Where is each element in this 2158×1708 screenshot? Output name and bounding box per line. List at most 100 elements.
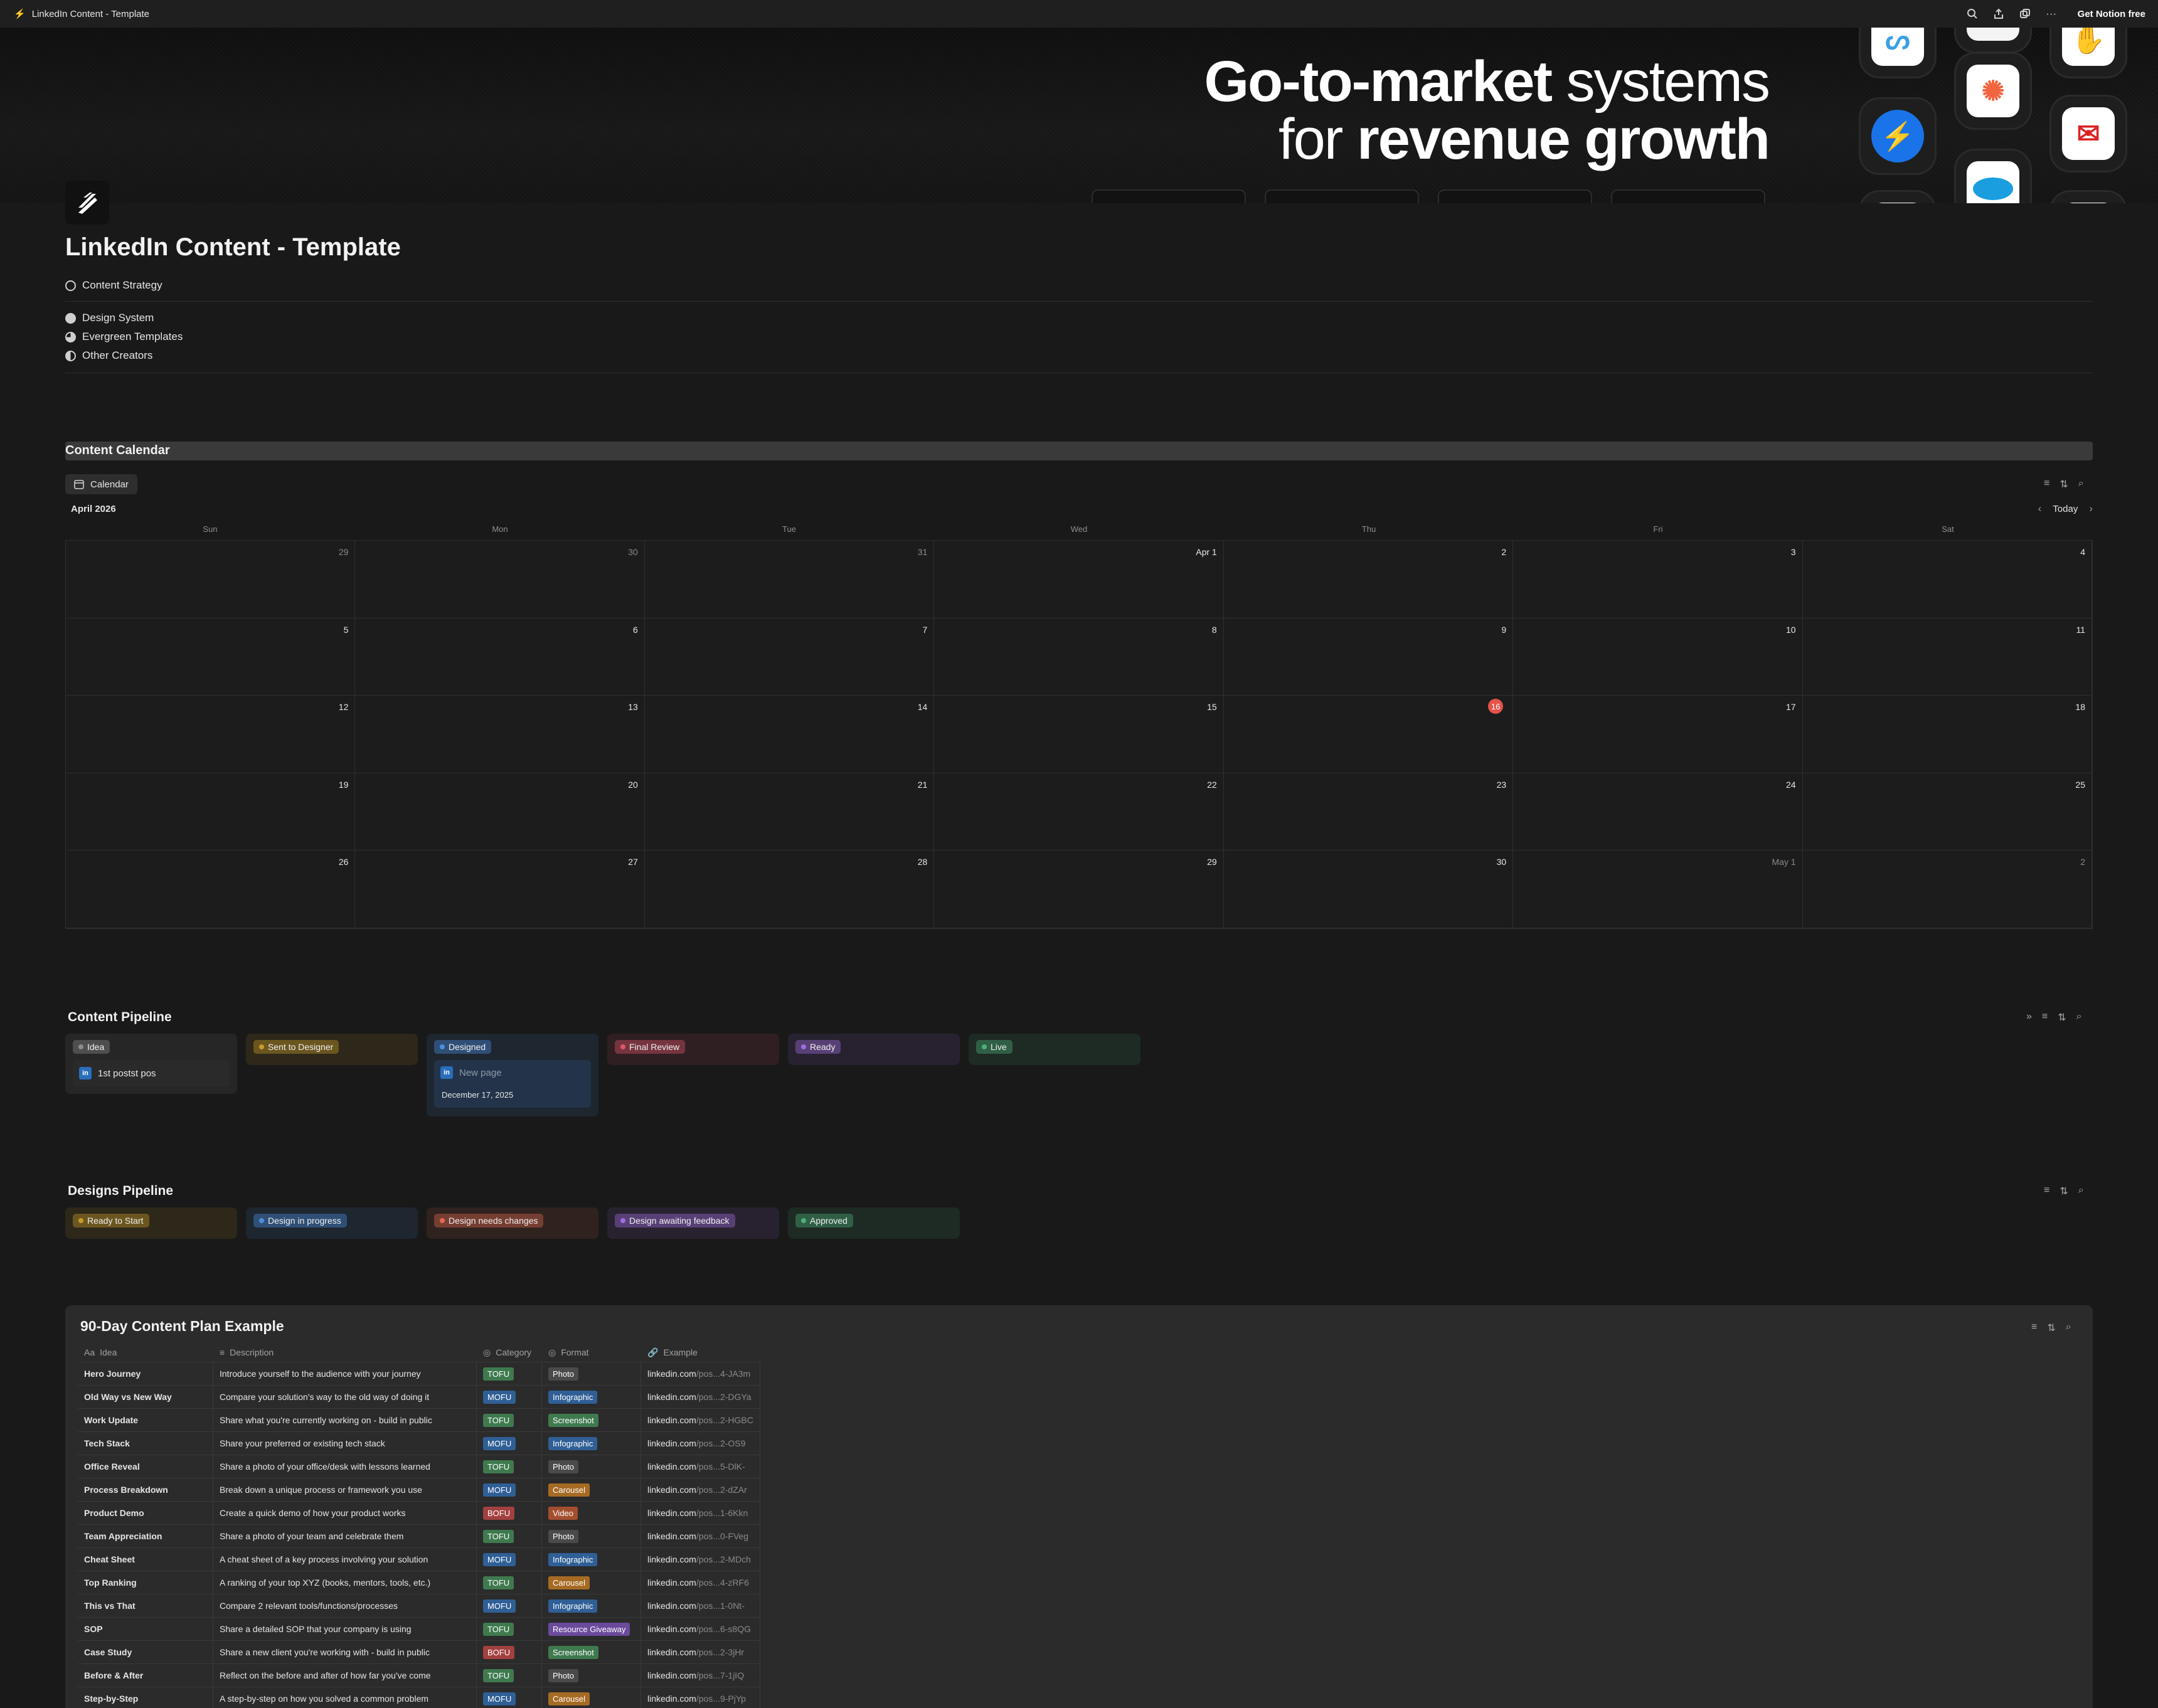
- link-content-strategy[interactable]: Content Strategy: [65, 276, 162, 295]
- table-row[interactable]: Product Demo Create a quick demo of how y…: [78, 1501, 760, 1524]
- calendar-day-cell[interactable]: 19: [66, 773, 356, 851]
- header-example[interactable]: 🔗 Example: [641, 1343, 760, 1362]
- search-icon[interactable]: ⌕: [2078, 1185, 2084, 1197]
- cell-category[interactable]: TOFU: [477, 1571, 542, 1594]
- calendar-day-cell[interactable]: 3: [1513, 541, 1803, 618]
- cell-description[interactable]: Introduce yourself to the audience with …: [213, 1362, 477, 1385]
- table-row[interactable]: Office Reveal Share a photo of your offic…: [78, 1455, 760, 1478]
- calendar-day-cell[interactable]: 14: [644, 696, 935, 773]
- board-column[interactable]: Design awaiting feedback: [607, 1207, 779, 1239]
- table-row[interactable]: Old Way vs New Way Compare your solution'…: [78, 1385, 760, 1408]
- cell-idea[interactable]: Top Ranking: [78, 1571, 213, 1594]
- calendar-day-cell[interactable]: 17: [1513, 696, 1803, 773]
- cell-example[interactable]: linkedin.com/pos...2-3jHr: [641, 1641, 760, 1663]
- calendar-day-cell[interactable]: 25: [1802, 773, 2092, 851]
- cell-description[interactable]: Compare your solution's way to the old w…: [213, 1386, 477, 1408]
- page-logo-icon[interactable]: [65, 181, 109, 225]
- cell-format[interactable]: Carousel: [542, 1478, 641, 1501]
- calendar-day-cell[interactable]: 12: [66, 696, 356, 773]
- cell-idea[interactable]: This vs That: [78, 1594, 213, 1617]
- search-icon[interactable]: ⌕: [2076, 1011, 2082, 1024]
- table-row[interactable]: Team Appreciation Share a photo of your t…: [78, 1524, 760, 1547]
- sort-icon[interactable]: ⇅: [2060, 478, 2068, 491]
- cell-example[interactable]: linkedin.com/pos...4-JA3m: [641, 1362, 760, 1385]
- cell-example[interactable]: linkedin.com/pos...4-zRF6: [641, 1571, 760, 1594]
- cell-description[interactable]: Break down a unique process or framework…: [213, 1478, 477, 1501]
- cell-category[interactable]: BOFU: [477, 1502, 542, 1524]
- table-row[interactable]: Work Update Share what you're currently w…: [78, 1408, 760, 1431]
- filter-icon[interactable]: ≡: [2044, 1185, 2049, 1197]
- cell-example[interactable]: linkedin.com/pos...2-OS9: [641, 1432, 760, 1455]
- header-description[interactable]: ≡ Description: [213, 1343, 477, 1362]
- cell-format[interactable]: Video: [542, 1502, 641, 1524]
- cell-category[interactable]: BOFU: [477, 1641, 542, 1663]
- cell-example[interactable]: linkedin.com/pos...7-1jIQ: [641, 1664, 760, 1687]
- filter-icon[interactable]: ≡: [2042, 1011, 2048, 1024]
- table-row[interactable]: Top Ranking A ranking of your top XYZ (bo…: [78, 1571, 760, 1594]
- link-design-system[interactable]: Design System: [65, 309, 154, 327]
- cell-idea[interactable]: Tech Stack: [78, 1432, 213, 1455]
- today-button[interactable]: Today: [2053, 504, 2078, 514]
- cell-category[interactable]: MOFU: [477, 1594, 542, 1617]
- cell-format[interactable]: Infographic: [542, 1548, 641, 1571]
- cell-idea[interactable]: SOP: [78, 1618, 213, 1640]
- cell-format[interactable]: Infographic: [542, 1386, 641, 1408]
- cell-format[interactable]: Photo: [542, 1362, 641, 1385]
- cell-idea[interactable]: Team Appreciation: [78, 1525, 213, 1547]
- cell-example[interactable]: linkedin.com/pos...6-s8QG: [641, 1618, 760, 1640]
- cell-format[interactable]: Photo: [542, 1455, 641, 1478]
- calendar-day-cell[interactable]: 11: [1802, 618, 2092, 696]
- calendar-day-cell[interactable]: 31: [644, 541, 935, 618]
- cell-idea[interactable]: Case Study: [78, 1641, 213, 1663]
- cell-example[interactable]: linkedin.com/pos...1-6Kkn: [641, 1502, 760, 1524]
- table-row[interactable]: Case Study Share a new client you're work…: [78, 1640, 760, 1663]
- board-column[interactable]: Ready to Start: [65, 1207, 237, 1239]
- cell-idea[interactable]: Work Update: [78, 1409, 213, 1431]
- table-row[interactable]: This vs That Compare 2 relevant tools/fun…: [78, 1594, 760, 1617]
- calendar-day-cell[interactable]: 5: [66, 618, 356, 696]
- cell-idea[interactable]: Hero Journey: [78, 1362, 213, 1385]
- calendar-view-tab[interactable]: Calendar: [65, 474, 137, 494]
- search-icon[interactable]: [1966, 8, 1979, 20]
- board-column[interactable]: Final Review: [607, 1034, 779, 1065]
- pipeline-card[interactable]: in New page December 17, 2025: [434, 1060, 591, 1108]
- cell-category[interactable]: MOFU: [477, 1386, 542, 1408]
- calendar-day-cell[interactable]: 2: [1223, 541, 1514, 618]
- cell-idea[interactable]: Office Reveal: [78, 1455, 213, 1478]
- board-column[interactable]: Live: [969, 1034, 1140, 1065]
- cell-description[interactable]: A cheat sheet of a key process involving…: [213, 1548, 477, 1571]
- cell-description[interactable]: Share what you're currently working on -…: [213, 1409, 477, 1431]
- cell-description[interactable]: Reflect on the before and after of how f…: [213, 1664, 477, 1687]
- next-month-icon[interactable]: ›: [2089, 502, 2093, 515]
- cell-description[interactable]: Share a detailed SOP that your company i…: [213, 1618, 477, 1640]
- board-column[interactable]: Idea in 1st postst pos: [65, 1034, 237, 1094]
- cell-example[interactable]: linkedin.com/pos...9-PjYp: [641, 1687, 760, 1708]
- share-icon[interactable]: [1992, 8, 2005, 20]
- calendar-day-cell[interactable]: May 1: [1513, 851, 1803, 928]
- duplicate-icon[interactable]: [2019, 8, 2031, 20]
- calendar-day-cell[interactable]: 29: [934, 851, 1224, 928]
- calendar-day-cell[interactable]: 22: [934, 773, 1224, 851]
- board-column[interactable]: Ready: [788, 1034, 960, 1065]
- calendar-day-cell[interactable]: 7: [644, 618, 935, 696]
- table-row[interactable]: Tech Stack Share your preferred or existi…: [78, 1431, 760, 1455]
- cell-example[interactable]: linkedin.com/pos...2-dZAr: [641, 1478, 760, 1501]
- cell-format[interactable]: Carousel: [542, 1687, 641, 1708]
- table-row[interactable]: Before & After Reflect on the before and …: [78, 1663, 760, 1687]
- cell-example[interactable]: linkedin.com/pos...1-0Nt-: [641, 1594, 760, 1617]
- expand-icon[interactable]: »: [2026, 1011, 2032, 1024]
- cell-category[interactable]: MOFU: [477, 1478, 542, 1501]
- table-row[interactable]: Hero Journey Introduce yourself to the au…: [78, 1362, 760, 1385]
- cell-category[interactable]: TOFU: [477, 1409, 542, 1431]
- cell-example[interactable]: linkedin.com/pos...2-HGBC: [641, 1409, 760, 1431]
- filter-icon[interactable]: ≡: [2031, 1322, 2037, 1334]
- cell-format[interactable]: Carousel: [542, 1571, 641, 1594]
- board-column[interactable]: Design in progress: [246, 1207, 418, 1239]
- cell-description[interactable]: Share a new client you're working with -…: [213, 1641, 477, 1663]
- calendar-day-cell[interactable]: 9: [1223, 618, 1514, 696]
- table-row[interactable]: Process Breakdown Break down a unique pro…: [78, 1478, 760, 1501]
- board-column[interactable]: Design needs changes: [427, 1207, 598, 1239]
- header-category[interactable]: ◎ Category: [477, 1343, 542, 1362]
- calendar-day-cell[interactable]: 10: [1513, 618, 1803, 696]
- cell-idea[interactable]: Process Breakdown: [78, 1478, 213, 1501]
